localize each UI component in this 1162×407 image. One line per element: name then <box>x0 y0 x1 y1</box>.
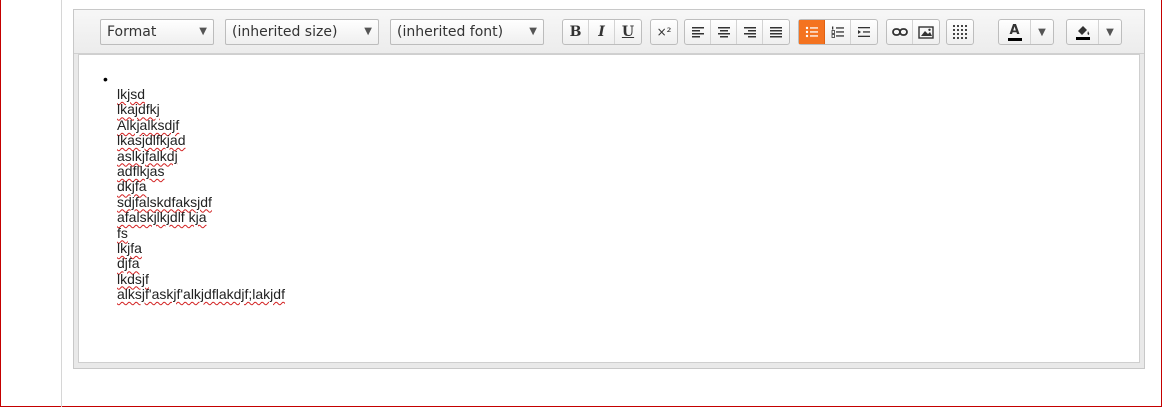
font-color-swatch <box>1007 37 1022 41</box>
background-color-swatch <box>1075 36 1090 40</box>
link-icon <box>891 28 908 36</box>
align-center-button[interactable] <box>711 20 737 44</box>
background-color-icon <box>1077 25 1089 35</box>
table-group <box>946 19 974 45</box>
list-group <box>798 19 878 45</box>
indent-icon <box>858 27 870 37</box>
text-line: lkjfa <box>117 239 142 256</box>
alignment-group <box>684 19 790 45</box>
text-line: alksjf'askjf'alkjdflakdjf;lakjdf <box>117 286 285 303</box>
text-lines: lkjsd lkajdfkj Alkjalksdjf lkasjdlfkjad … <box>117 86 285 303</box>
text-line: dkjfa <box>117 178 147 195</box>
align-right-button[interactable] <box>737 20 763 44</box>
superscript-button[interactable]: ×² <box>651 20 677 44</box>
bulleted-list-button[interactable] <box>799 20 825 44</box>
text-line: adflkjas <box>117 162 165 179</box>
text-line: sdjfalskdfaksjdf <box>117 193 212 210</box>
align-right-icon <box>743 27 756 38</box>
font-color-group: A ▼ <box>998 19 1054 45</box>
insert-group <box>886 19 940 45</box>
align-left-button[interactable] <box>685 20 711 44</box>
align-justify-icon <box>770 27 782 38</box>
bulleted-list-icon <box>805 26 818 38</box>
text-line: fs <box>117 224 128 241</box>
text-line: afalskjlkjdlf kja <box>117 209 207 226</box>
editor-content-area[interactable]: • lkjsd lkajdfkj Alkjalksdjf lkasjdlfkja… <box>78 54 1140 363</box>
format-select-value: Format <box>107 24 157 40</box>
numbered-list-icon <box>831 26 844 38</box>
rich-text-editor: Format ▼ (inherited size) ▼ (inherited f… <box>73 9 1145 369</box>
background-color-group: ▼ <box>1066 19 1122 45</box>
text-style-group: B I U <box>562 19 642 45</box>
image-icon <box>918 25 934 39</box>
image-button[interactable] <box>913 20 939 44</box>
underline-button[interactable]: U <box>615 20 641 44</box>
numbered-list-button[interactable] <box>825 20 851 44</box>
align-justify-button[interactable] <box>763 20 789 44</box>
font-family-select-value: (inherited font) <box>397 24 504 40</box>
indent-button[interactable] <box>851 20 877 44</box>
align-center-icon <box>717 27 730 38</box>
font-color-button[interactable]: A <box>999 20 1031 44</box>
font-color-letter: A <box>1009 22 1020 38</box>
chevron-down-icon: ▼ <box>1038 26 1046 38</box>
background-color-button[interactable] <box>1067 20 1099 44</box>
font-family-select[interactable]: (inherited font) ▼ <box>390 19 544 45</box>
editor-toolbar: Format ▼ (inherited size) ▼ (inherited f… <box>74 10 1144 54</box>
text-line: lkasjdlfkjad <box>117 132 186 149</box>
chevron-down-icon: ▼ <box>199 26 207 37</box>
table-icon <box>953 25 967 39</box>
background-color-dropdown[interactable]: ▼ <box>1099 20 1121 44</box>
text-line: djfa <box>117 255 140 272</box>
text-line: Alkjalksdjf <box>117 116 180 133</box>
align-left-icon <box>691 27 704 38</box>
text-line: lkajdfkj <box>117 101 160 118</box>
italic-button[interactable]: I <box>589 20 615 44</box>
page-left-rule <box>61 0 62 407</box>
bold-button[interactable]: B <box>563 20 589 44</box>
format-select[interactable]: Format ▼ <box>100 19 214 45</box>
link-button[interactable] <box>887 20 913 44</box>
table-button[interactable] <box>947 20 973 44</box>
font-color-dropdown[interactable]: ▼ <box>1031 20 1053 44</box>
superscript-group: ×² <box>650 19 678 45</box>
font-size-select-value: (inherited size) <box>232 24 338 40</box>
text-line: lkjsd <box>117 86 146 102</box>
text-line: lkdsjf <box>117 270 149 287</box>
chevron-down-icon: ▼ <box>529 26 537 37</box>
text-line: aslkjfalkdj <box>117 147 178 164</box>
chevron-down-icon: ▼ <box>364 26 372 37</box>
list-bullet: • <box>103 71 108 87</box>
font-size-select[interactable]: (inherited size) ▼ <box>225 19 379 45</box>
chevron-down-icon: ▼ <box>1106 26 1114 38</box>
